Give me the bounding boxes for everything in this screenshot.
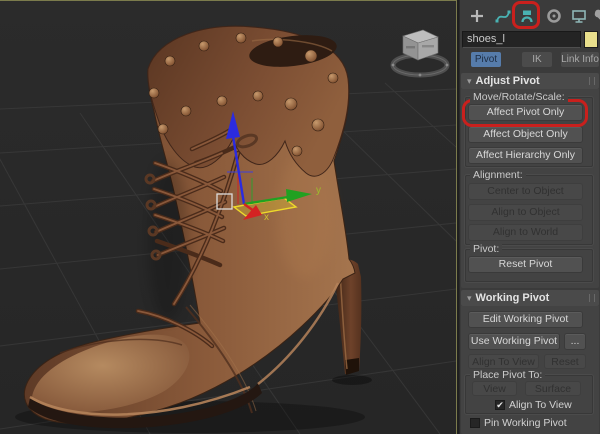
edit-working-pivot-button[interactable]: Edit Working Pivot xyxy=(468,311,583,328)
center-to-object-button[interactable]: Center to Object xyxy=(468,183,583,200)
axis-y-label: y xyxy=(316,185,321,196)
rollout-working-pivot-header[interactable]: ▾ Working Pivot xyxy=(461,290,599,306)
object-name-field[interactable]: shoes_l xyxy=(462,31,581,48)
rollout-arrow-icon: ▾ xyxy=(467,76,472,86)
checkbox-unchecked-icon[interactable] xyxy=(470,418,480,428)
utilities-panel-icon[interactable] xyxy=(589,5,600,27)
affect-hierarchy-only-button[interactable]: Affect Hierarchy Only xyxy=(468,147,583,164)
tab-link-info[interactable]: Link Info xyxy=(561,52,599,67)
compass-tick xyxy=(418,73,422,77)
surface-button[interactable]: Surface xyxy=(525,381,581,396)
hierarchy-panel-icon[interactable] xyxy=(516,5,538,27)
compass-tick xyxy=(445,63,449,67)
checkbox-checked-icon[interactable]: ✔ xyxy=(495,400,505,410)
align-to-view-button[interactable]: Align To View xyxy=(468,354,539,369)
tab-ik[interactable]: IK xyxy=(522,52,552,67)
view-button[interactable]: View xyxy=(472,381,517,396)
pin-working-pivot-checkbox[interactable]: Pin Working Pivot xyxy=(470,417,567,429)
motion-panel-icon[interactable] xyxy=(543,5,565,27)
group-move-rotate-scale-label: Move/Rotate/Scale: xyxy=(470,91,568,103)
align-to-world-button[interactable]: Align to World xyxy=(468,224,583,241)
axis-x-label: x xyxy=(264,212,269,223)
viewport-scene: y x xyxy=(0,1,456,434)
application-window: y x shoes_l Pivot IK Link Info ▾ Adjust … xyxy=(0,0,600,434)
check-icon: ✔ xyxy=(496,399,504,410)
group-alignment-label: Alignment: xyxy=(470,169,526,181)
tab-pivot[interactable]: Pivot xyxy=(471,52,501,67)
viewcube-face-label-smudge xyxy=(422,45,434,48)
modify-panel-icon[interactable] xyxy=(492,5,514,27)
pin-working-pivot-checkbox-label: Pin Working Pivot xyxy=(484,417,567,429)
rollout-grip-icon xyxy=(589,77,595,85)
object-color-swatch[interactable] xyxy=(584,31,598,48)
reset-pivot-button[interactable]: Reset Pivot xyxy=(468,256,583,273)
rollout-working-pivot-title: Working Pivot xyxy=(475,292,550,304)
group-pivot-label: Pivot: xyxy=(470,243,503,255)
align-to-view-checkbox[interactable]: ✔ Align To View xyxy=(495,399,572,411)
align-to-object-button[interactable]: Align to Object xyxy=(468,204,583,221)
use-working-pivot-button[interactable]: Use Working Pivot xyxy=(468,333,560,350)
group-place-pivot-to-label: Place Pivot To: xyxy=(470,369,546,381)
command-panel: shoes_l Pivot IK Link Info ▾ Adjust Pivot… xyxy=(459,0,600,434)
rollout-arrow-icon: ▾ xyxy=(467,293,472,303)
heel-shadow xyxy=(332,375,372,385)
rollout-grip-icon xyxy=(589,294,595,302)
display-panel-icon[interactable] xyxy=(568,5,590,27)
rollout-adjust-pivot-title: Adjust Pivot xyxy=(475,75,540,87)
rollout-adjust-pivot-header[interactable]: ▾ Adjust Pivot xyxy=(461,73,599,89)
compass-tick xyxy=(391,63,395,67)
affect-object-only-button[interactable]: Affect Object Only xyxy=(468,126,583,143)
reset-button[interactable]: Reset xyxy=(544,354,586,369)
viewport[interactable]: y x xyxy=(0,0,457,434)
affect-pivot-only-button[interactable]: Affect Pivot Only xyxy=(468,104,583,121)
viewcube-face-label-smudge xyxy=(406,46,415,49)
create-panel-icon[interactable] xyxy=(466,5,488,27)
use-working-pivot-options-button[interactable]: ... xyxy=(564,333,586,350)
align-to-view-checkbox-label: Align To View xyxy=(509,399,572,411)
